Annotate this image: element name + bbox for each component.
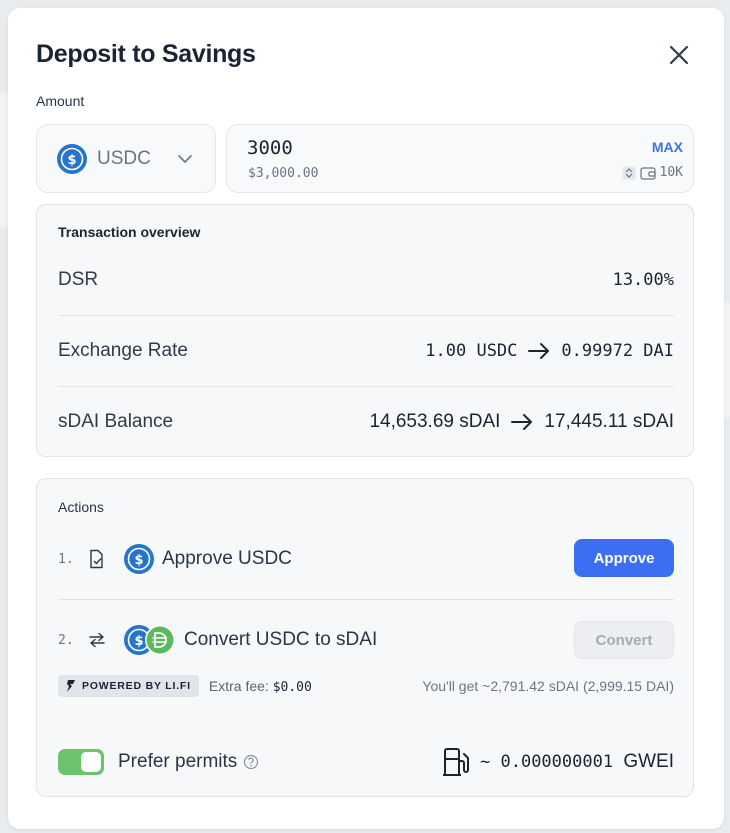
- sdai-balance-label: sDAI Balance: [58, 411, 174, 432]
- document-check-icon: [90, 549, 103, 569]
- extra-fee-label: Extra fee:: [208, 677, 269, 694]
- prefer-permits-row: Prefer permits ~ 0.000000001 GWEI: [58, 747, 674, 777]
- exchange-to: 0.99972 DAI: [561, 341, 674, 361]
- balance-value: 10K: [659, 165, 683, 180]
- convert-label: Convert USDC to sDAI: [184, 629, 378, 650]
- amount-label: Amount: [36, 93, 85, 109]
- gas-pump-icon: [443, 748, 470, 776]
- dsr-row: DSR 13.00%: [58, 245, 674, 315]
- close-icon: [669, 45, 689, 65]
- wallet-icon: [639, 166, 656, 180]
- approve-button[interactable]: Approve: [574, 539, 674, 577]
- lifi-badge-text: POWERED BY LI.FI: [82, 680, 191, 692]
- max-button[interactable]: MAX: [652, 139, 683, 155]
- gas-amount: ~ 0.000000001: [480, 752, 614, 772]
- dsr-value: 13.00%: [612, 270, 674, 290]
- divider: [58, 599, 674, 600]
- sort-icon: [622, 166, 636, 179]
- swap-arrows-icon: [89, 632, 105, 648]
- usdc-icon: $: [57, 143, 87, 174]
- gas-estimate: ~ 0.000000001 GWEI: [442, 747, 674, 777]
- you-get-text: You'll get ~2,791.42 sDAI (2,999.15 DAI): [422, 678, 674, 694]
- step-number: 1.: [58, 551, 74, 567]
- transaction-overview: Transaction overview DSR 13.00% Exchange…: [36, 204, 694, 457]
- chevron-down-icon: [178, 155, 192, 164]
- svg-text:$: $: [134, 634, 143, 649]
- dsr-label: DSR: [58, 269, 99, 290]
- sdai-balance-to: 17,445.11 sDAI: [544, 411, 674, 432]
- gas-unit: GWEI: [623, 751, 674, 772]
- prefer-permits-label: Prefer permits: [118, 751, 238, 772]
- convert-button[interactable]: Convert: [574, 621, 674, 659]
- step-convert: 2. $ Convert USDC to sDAI Convert: [58, 620, 674, 660]
- modal-title: Deposit to Savings: [36, 40, 256, 68]
- sdai-balance-row: sDAI Balance 14,653.69 sDAI 17,445.11 sD…: [58, 387, 674, 457]
- exchange-from: 1.00 USDC: [425, 341, 518, 361]
- close-button[interactable]: [665, 41, 693, 69]
- token-name: USDC: [97, 147, 151, 169]
- lifi-logo-icon: [67, 680, 75, 692]
- usdc-icon: $: [124, 544, 154, 574]
- powered-by-lifi-badge: POWERED BY LI.FI: [58, 675, 199, 697]
- svg-text:$: $: [134, 553, 143, 568]
- step-approve: 1. $ Approve USDC Approve: [58, 539, 674, 579]
- extra-fee: Extra fee: $0.00: [209, 678, 312, 695]
- toggle-knob: [81, 752, 101, 772]
- deposit-modal: Deposit to Savings Amount $ USDC $3,000.…: [8, 8, 724, 829]
- extra-fee-value: $0.00: [272, 679, 312, 695]
- exchange-rate-value: 1.00 USDC 0.99972 DAI: [425, 341, 674, 361]
- exchange-rate-label: Exchange Rate: [58, 340, 188, 361]
- amount-input[interactable]: [247, 137, 547, 159]
- sdai-balance-from: 14,653.69 sDAI: [369, 411, 501, 432]
- help-icon[interactable]: [243, 754, 259, 770]
- lifi-info-row: POWERED BY LI.FI Extra fee: $0.00 You'll…: [58, 675, 674, 697]
- wallet-balance: 10K: [622, 165, 683, 180]
- gas-value: ~ 0.000000001 GWEI: [480, 751, 674, 773]
- amount-box: $3,000.00 MAX 10K: [226, 124, 694, 193]
- arrow-right-icon: [528, 343, 550, 359]
- usdc-dai-pair-icon: $: [124, 625, 176, 655]
- svg-text:$: $: [67, 153, 76, 168]
- actions-title: Actions: [58, 499, 104, 515]
- exchange-rate-row: Exchange Rate 1.00 USDC 0.99972 DAI: [58, 316, 674, 386]
- step-number: 2.: [58, 632, 74, 648]
- prefer-permits-toggle[interactable]: [58, 749, 104, 775]
- approve-label: Approve USDC: [162, 548, 292, 569]
- overview-title: Transaction overview: [58, 224, 201, 240]
- amount-usd-value: $3,000.00: [248, 166, 319, 181]
- arrow-right-icon: [511, 414, 533, 430]
- actions-panel: Actions 1. $ Approve USDC Approve 2. $ C…: [36, 478, 694, 797]
- token-selector[interactable]: $ USDC: [36, 124, 216, 193]
- sdai-balance-value: 14,653.69 sDAI 17,445.11 sDAI: [369, 411, 674, 433]
